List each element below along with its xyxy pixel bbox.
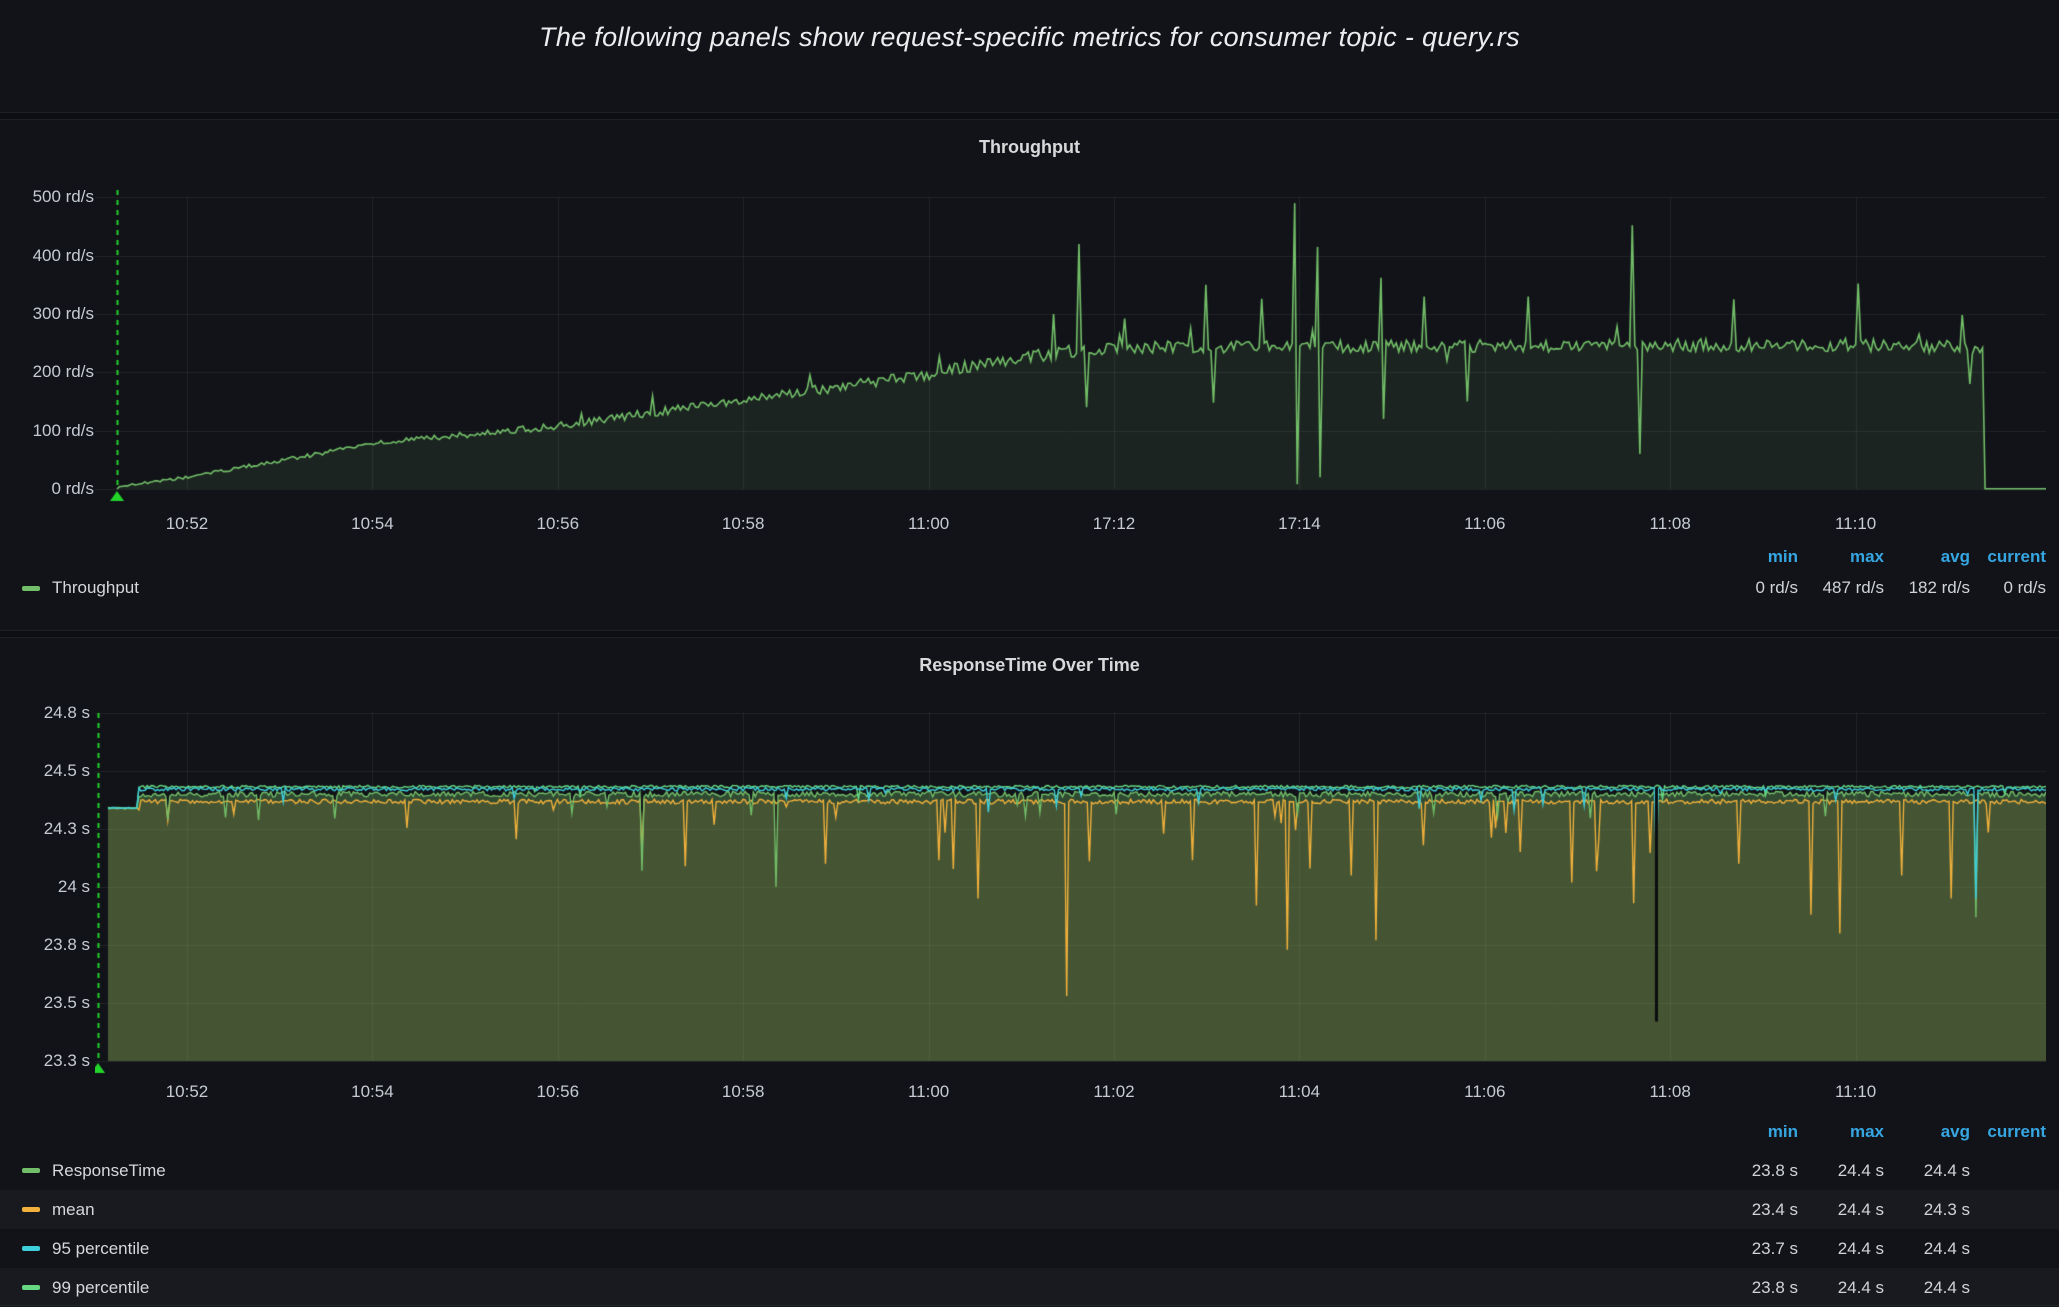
series-swatch	[22, 586, 40, 591]
stat-min: 0 rd/s	[1712, 578, 1798, 598]
legend-row: ResponseTime 23.8 s 24.4 s 24.4 s	[0, 1151, 2059, 1190]
stat-avg: 24.4 s	[1884, 1239, 1970, 1259]
x-tick-label: 17:14	[1249, 514, 1349, 534]
legend-row: mean 23.4 s 24.4 s 24.3 s	[0, 1190, 2059, 1229]
y-tick-label: 0 rd/s	[0, 479, 94, 499]
legend-row: 95 percentile 23.7 s 24.4 s 24.4 s	[0, 1229, 2059, 1268]
stat-max: 24.4 s	[1798, 1200, 1884, 1220]
throughput-legend: min max avg current Throughput 0 rd/s 48…	[0, 542, 2059, 604]
y-tick-label: 24.3 s	[0, 819, 90, 839]
stat-max: 487 rd/s	[1798, 578, 1884, 598]
stat-min: 23.7 s	[1712, 1239, 1798, 1259]
stat-col-avg[interactable]: avg	[1884, 547, 1970, 567]
stat-max: 24.4 s	[1798, 1161, 1884, 1181]
y-tick-label: 23.5 s	[0, 993, 90, 1013]
y-tick-label: 23.8 s	[0, 935, 90, 955]
y-tick-label: 24.5 s	[0, 761, 90, 781]
stat-max: 24.4 s	[1798, 1278, 1884, 1298]
x-tick-label: 10:58	[693, 1082, 793, 1102]
series-label[interactable]: mean	[52, 1200, 95, 1220]
y-tick-label: 23.3 s	[0, 1051, 90, 1071]
stat-col-max[interactable]: max	[1798, 547, 1884, 567]
y-tick-label: 200 rd/s	[0, 362, 94, 382]
stat-col-current[interactable]: current	[1970, 547, 2046, 567]
stat-col-current[interactable]: current	[1970, 1122, 2046, 1142]
stat-col-min[interactable]: min	[1712, 1122, 1798, 1142]
dashboard-title: The following panels show request-specif…	[0, 22, 2059, 53]
x-tick-label: 11:08	[1620, 1082, 1720, 1102]
stat-min: 23.8 s	[1712, 1278, 1798, 1298]
y-tick-label: 400 rd/s	[0, 246, 94, 266]
stat-max: 24.4 s	[1798, 1239, 1884, 1259]
stat-min: 23.8 s	[1712, 1161, 1798, 1181]
x-tick-label: 11:04	[1249, 1082, 1349, 1102]
y-tick-label: 24 s	[0, 877, 90, 897]
legend-header-row: min max avg current	[0, 1112, 2059, 1151]
panel-title-responsetime: ResponseTime Over Time	[0, 655, 2059, 676]
text-panel	[0, 0, 2059, 113]
legend-row: Throughput 0 rd/s 487 rd/s 182 rd/s 0 rd…	[0, 572, 2059, 604]
stat-min: 23.4 s	[1712, 1200, 1798, 1220]
y-tick-label: 500 rd/s	[0, 187, 94, 207]
x-tick-label: 10:58	[693, 514, 793, 534]
x-tick-label: 10:52	[137, 514, 237, 534]
series-label[interactable]: Throughput	[52, 578, 139, 598]
throughput-chart-canvas[interactable]	[95, 150, 2046, 502]
x-tick-label: 11:00	[879, 1082, 979, 1102]
stat-col-max[interactable]: max	[1798, 1122, 1884, 1142]
x-tick-label: 10:56	[508, 1082, 608, 1102]
x-tick-label: 11:06	[1435, 1082, 1535, 1102]
stat-avg: 182 rd/s	[1884, 578, 1970, 598]
series-label[interactable]: 99 percentile	[52, 1278, 149, 1298]
x-tick-label: 11:02	[1064, 1082, 1164, 1102]
series-swatch	[22, 1207, 40, 1212]
series-swatch	[22, 1168, 40, 1173]
stat-current: 0 rd/s	[1970, 578, 2046, 598]
y-tick-label: 24.8 s	[0, 703, 90, 723]
stat-col-avg[interactable]: avg	[1884, 1122, 1970, 1142]
stat-col-min[interactable]: min	[1712, 547, 1798, 567]
y-tick-label: 300 rd/s	[0, 304, 94, 324]
stat-avg: 24.4 s	[1884, 1278, 1970, 1298]
x-tick-label: 11:00	[879, 514, 979, 534]
series-label[interactable]: 95 percentile	[52, 1239, 149, 1259]
y-tick-label: 100 rd/s	[0, 421, 94, 441]
stat-avg: 24.3 s	[1884, 1200, 1970, 1220]
x-tick-label: 10:54	[322, 514, 422, 534]
stat-avg: 24.4 s	[1884, 1161, 1970, 1181]
responsetime-legend: min max avg current ResponseTime 23.8 s …	[0, 1112, 2059, 1307]
series-swatch	[22, 1285, 40, 1290]
legend-header-row: min max avg current	[0, 542, 2059, 572]
x-tick-label: 11:06	[1435, 514, 1535, 534]
series-label[interactable]: ResponseTime	[52, 1161, 166, 1181]
x-tick-label: 11:10	[1806, 1082, 1906, 1102]
responsetime-chart-canvas[interactable]	[95, 694, 2046, 1076]
x-tick-label: 10:54	[322, 1082, 422, 1102]
x-tick-label: 10:56	[508, 514, 608, 534]
series-swatch	[22, 1246, 40, 1251]
x-tick-label: 11:10	[1806, 514, 1906, 534]
x-tick-label: 11:08	[1620, 514, 1720, 534]
legend-row: 99 percentile 23.8 s 24.4 s 24.4 s	[0, 1268, 2059, 1307]
x-tick-label: 10:52	[137, 1082, 237, 1102]
x-tick-label: 17:12	[1064, 514, 1164, 534]
